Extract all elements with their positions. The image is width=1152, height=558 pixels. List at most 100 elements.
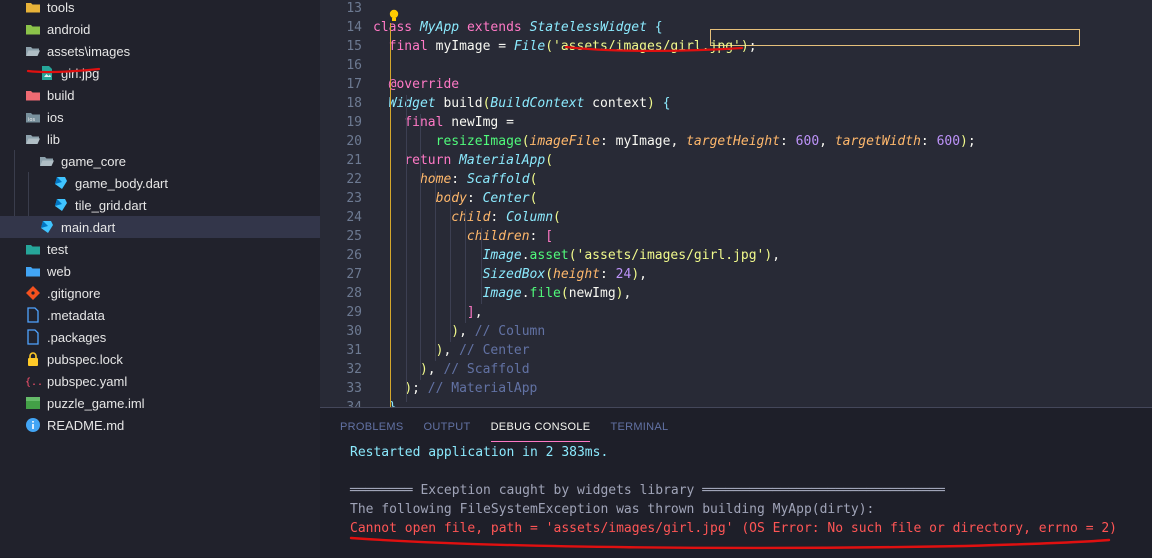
tab-terminal[interactable]: TERMINAL [610,418,668,442]
code-line[interactable]: 23 body: Center( [320,189,1152,208]
line-number: 27 [346,267,362,282]
line-number: 32 [346,362,362,377]
code-line[interactable]: 22 home: Scaffold( [320,170,1152,189]
explorer-item[interactable]: game_body.dart [0,172,320,194]
line-number: 20 [346,134,362,149]
code-line[interactable]: 18 Widget build(BuildContext context) { [320,94,1152,113]
code-line[interactable]: 31 ), // Center [320,341,1152,360]
code-text: children: [ [466,229,554,244]
line-number: 26 [346,248,362,263]
code-line[interactable]: 13 [320,0,1152,18]
explorer-item[interactable]: puzzle_game.iml [0,392,320,414]
explorer-item-label: game_body.dart [75,175,168,191]
explorer-item[interactable]: {..} pubspec.yaml [0,370,320,392]
indent-guide [420,114,421,380]
ios-folder-icon: ios [25,109,41,125]
code-text: SizedBox(height: 24), [482,267,647,282]
explorer-item[interactable]: girl.jpg [0,62,320,84]
android-folder-icon [25,21,41,37]
line-number: 22 [346,172,362,187]
code-text: body: Center( [435,191,538,206]
code-line[interactable]: 25 children: [ [320,227,1152,246]
explorer-item[interactable]: pubspec.lock [0,348,320,370]
indent-guide [450,190,451,342]
explorer-item[interactable]: build [0,84,320,106]
line-number: 33 [346,381,362,396]
line-number: 31 [346,343,362,358]
explorer-item-label: puzzle_game.iml [47,395,145,411]
explorer-item-label: README.md [47,417,125,433]
dart-file-icon [53,175,69,191]
code-line[interactable]: 29 ], [320,303,1152,322]
explorer-item[interactable]: .packages [0,326,320,348]
explorer-item-label: assets\images [47,43,131,59]
file-explorer: tools android assets\images girl.jpg build io… [0,0,321,557]
code-line[interactable]: 30 ), // Column [320,322,1152,341]
code-line[interactable]: 27 SizedBox(height: 24), [320,265,1152,284]
console-line: Cannot open file, path = 'assets/images/… [350,521,1118,536]
explorer-item[interactable]: assets\images [0,40,320,62]
explorer-item[interactable]: web [0,260,320,282]
yaml-icon: {..} [25,373,41,389]
lightbulb-icon[interactable] [388,9,400,23]
scope-guide [390,23,391,407]
code-line[interactable]: 33 ); // MaterialApp [320,379,1152,398]
code-line[interactable]: 14 class MyApp extends StatelessWidget { [320,18,1152,37]
lock-icon [25,351,41,367]
code-text: ); // MaterialApp [404,381,538,396]
code-line[interactable]: 32 ), // Scaffold [320,360,1152,379]
explorer-item[interactable]: game_core [0,150,320,172]
code-editor[interactable]: 13 14 class MyApp extends StatelessWidget … [320,0,1152,407]
svg-text:ios: ios [28,117,35,123]
code-line[interactable]: 26 Image.asset('assets/images/girl.jpg')… [320,246,1152,265]
dart-file-icon [39,219,55,235]
web-folder-icon [25,263,41,279]
explorer-item[interactable]: android [0,18,320,40]
explorer-item[interactable]: ios ios [0,106,320,128]
code-line[interactable]: 20 resizeImage(imageFile: myImage, targe… [320,132,1152,151]
explorer-item[interactable]: tile_grid.dart [0,194,320,216]
explorer-item-label: web [47,263,71,279]
line-number: 34 [320,398,362,407]
explorer-item[interactable]: lib [0,128,320,150]
line-number: 30 [346,324,362,339]
explorer-item-label: game_core [61,153,127,169]
tab-problems[interactable]: PROBLEMS [340,418,404,442]
explorer-item-label: test [47,241,68,257]
line-number: 25 [346,229,362,244]
explorer-item-label: pubspec.lock [47,351,123,367]
tab-debug-console[interactable]: DEBUG CONSOLE [490,418,591,442]
tab-output[interactable]: OUTPUT [424,418,471,442]
file-icon [25,307,41,323]
explorer-item[interactable]: main.dart [0,216,320,238]
code-text: class MyApp extends StatelessWidget { [373,20,663,35]
explorer-item-label: ios [47,109,64,125]
indent-guide [481,228,482,304]
svg-text:{..}: {..} [25,377,41,388]
code-line[interactable]: 15 final myImage = File('assets/images/g… [320,37,1152,56]
explorer-item[interactable]: .gitignore [0,282,320,304]
folder-open-icon [39,153,55,169]
console-line: ════════ Exception caught by widgets lib… [350,483,945,498]
explorer-item[interactable]: README.md [0,414,320,436]
code-line[interactable]: 28 Image.file(newImg), [320,284,1152,303]
line-number: 21 [346,153,362,168]
indent-guide [465,209,466,323]
folder-open-icon [25,43,41,59]
code-line[interactable]: 21 return MaterialApp( [320,151,1152,170]
indent-guide [28,172,29,216]
explorer-item[interactable]: test [0,238,320,260]
folder-open-icon [25,131,41,147]
code-line[interactable]: 24 child: Column( [320,208,1152,227]
code-line[interactable]: 34 } [320,398,1152,407]
code-text: child: Column( [451,210,561,225]
code-text: return MaterialApp( [404,153,554,168]
line-number: 17 [346,77,362,92]
explorer-item[interactable]: .metadata [0,304,320,326]
explorer-item-label: build [47,87,75,103]
code-line[interactable]: 19 final newImg = [320,113,1152,132]
image-file-icon [39,65,55,81]
code-line[interactable]: 17 @override [320,75,1152,94]
explorer-item[interactable]: tools [0,0,320,18]
code-line[interactable]: 16 [320,56,1152,75]
